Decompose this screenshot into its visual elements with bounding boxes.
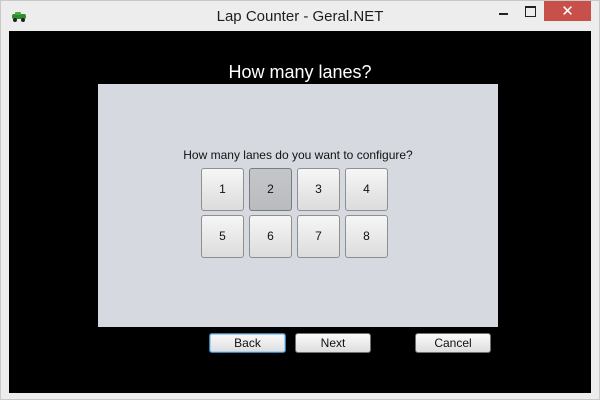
cancel-button[interactable]: Cancel: [415, 333, 491, 353]
back-button[interactable]: Back: [209, 333, 286, 353]
content-area: How many lanes? How many lanes do you wa…: [9, 31, 591, 393]
lane-button-1[interactable]: 1: [201, 168, 244, 211]
close-button[interactable]: ✕: [544, 1, 591, 21]
lane-button-5[interactable]: 5: [201, 215, 244, 258]
title-bar[interactable]: Lap Counter - Geral.NET ✕: [1, 1, 599, 31]
app-window: Lap Counter - Geral.NET ✕ How many lanes…: [0, 0, 600, 400]
lane-button-7[interactable]: 7: [297, 215, 340, 258]
lane-button-6[interactable]: 6: [249, 215, 292, 258]
page-heading: How many lanes?: [228, 62, 372, 82]
close-icon: ✕: [561, 2, 574, 20]
lane-question: How many lanes do you want to configure?: [183, 148, 413, 162]
lane-selection-panel: How many lanes do you want to configure?…: [98, 84, 498, 327]
next-button[interactable]: Next: [295, 333, 371, 353]
minimize-button[interactable]: [490, 1, 516, 21]
lane-button-4[interactable]: 4: [345, 168, 388, 211]
lane-button-2[interactable]: 2: [249, 168, 292, 211]
maximize-button[interactable]: [517, 1, 543, 21]
lane-button-8[interactable]: 8: [345, 215, 388, 258]
lane-button-3[interactable]: 3: [297, 168, 340, 211]
